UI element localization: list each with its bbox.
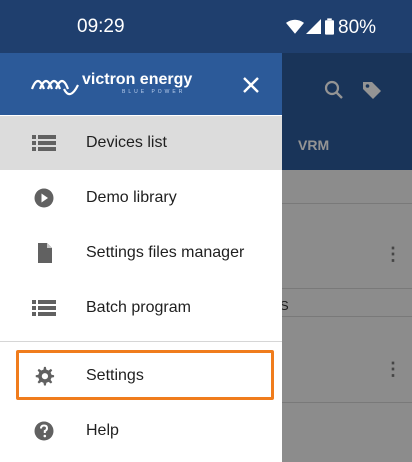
menu-item-help[interactable]: Help bbox=[0, 404, 282, 458]
settings-highlight-box bbox=[16, 350, 274, 400]
battery-percent: 80% bbox=[338, 17, 377, 38]
menu-label: Help bbox=[86, 422, 119, 439]
menu-label: Demo library bbox=[86, 189, 177, 206]
status-bar: 09:29 80% bbox=[0, 0, 412, 53]
close-icon[interactable] bbox=[240, 74, 262, 96]
file-icon bbox=[38, 243, 52, 263]
menu-item-devices-list[interactable]: Devices list bbox=[0, 116, 282, 170]
brand-tagline: BLUE POWER bbox=[122, 89, 186, 95]
wifi-icon bbox=[286, 19, 304, 34]
menu-item-demo-library[interactable]: Demo library bbox=[0, 171, 282, 225]
battery-icon bbox=[325, 18, 334, 35]
list-icon bbox=[32, 135, 56, 151]
drawer-header: victron energy BLUE POWER bbox=[0, 53, 282, 115]
brand-name: victron energy bbox=[82, 71, 193, 88]
menu-item-settings-files-manager[interactable]: Settings files manager bbox=[0, 226, 282, 280]
menu-label: Batch program bbox=[86, 299, 191, 316]
status-time: 09:29 bbox=[77, 16, 125, 37]
play-circle-icon bbox=[34, 188, 54, 208]
menu-label: Settings files manager bbox=[86, 244, 245, 261]
menu-divider bbox=[0, 341, 282, 342]
victron-logo-icon bbox=[30, 79, 79, 96]
list-icon bbox=[32, 300, 56, 316]
help-circle-icon bbox=[34, 421, 54, 441]
menu-item-batch-program[interactable]: Batch program bbox=[0, 281, 282, 335]
signal-icon bbox=[306, 19, 321, 34]
menu-label: Devices list bbox=[86, 134, 167, 151]
navigation-drawer: victron energy BLUE POWER Devices list D… bbox=[0, 53, 282, 462]
